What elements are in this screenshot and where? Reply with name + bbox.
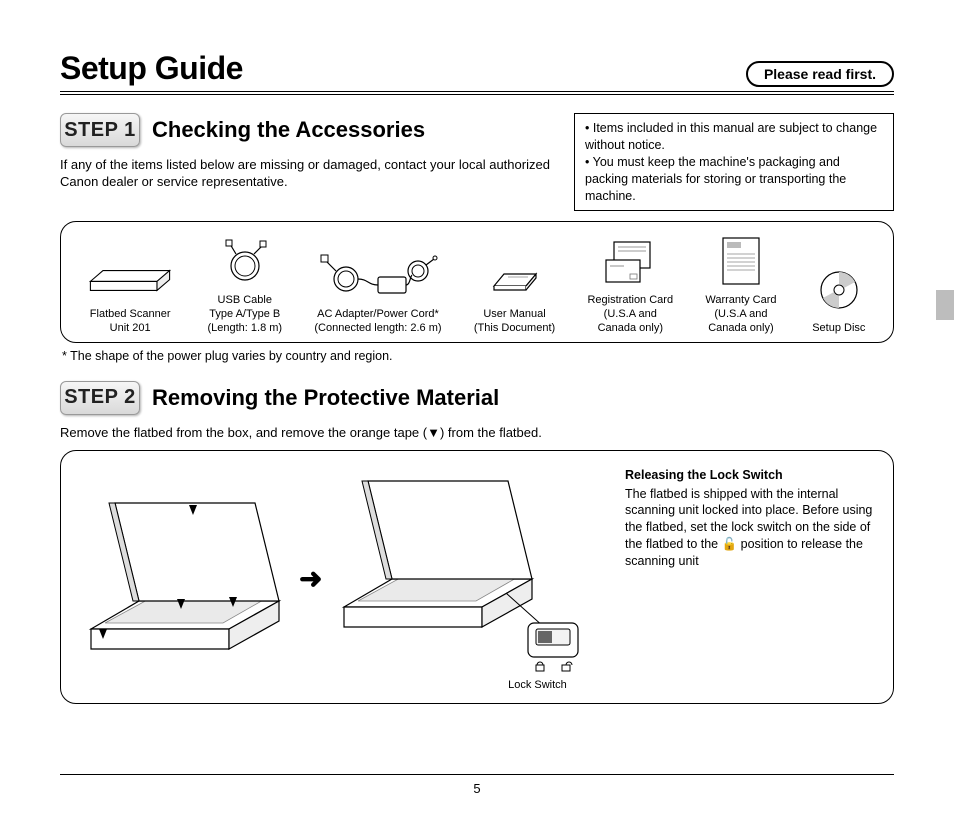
- accessory-label: Flatbed Scanner: [90, 308, 171, 322]
- disc-icon: [809, 262, 869, 318]
- lock-switch-heading: Releasing the Lock Switch: [625, 467, 875, 484]
- accessory-label: (U.S.A and: [705, 308, 776, 322]
- page-title: Setup Guide: [60, 50, 243, 87]
- flatbed-open-taped-icon: [79, 489, 289, 669]
- accessory-label: (This Document): [474, 322, 555, 336]
- step2-heading: Removing the Protective Material: [152, 385, 499, 411]
- step1-intro: If any of the items listed below are mis…: [60, 157, 560, 191]
- step2-row: STEP 2 Removing the Protective Material: [60, 381, 894, 415]
- note-item: Items included in this manual are subjec…: [585, 120, 883, 154]
- note-item: You must keep the machine's packaging an…: [585, 154, 883, 205]
- read-first-badge: Please read first.: [746, 61, 894, 87]
- accessories-panel: Flatbed Scanner Unit 201 USB Cable Type …: [60, 221, 894, 342]
- accessory-label: AC Adapter/Power Cord*: [314, 308, 441, 322]
- accessory-label: User Manual: [474, 308, 555, 322]
- accessory-label: Type A/Type B: [207, 308, 282, 322]
- page-footer: 5: [60, 774, 894, 796]
- step1-row: STEP 1 Checking the Accessories If any o…: [60, 113, 894, 211]
- accessory-scanner: Flatbed Scanner Unit 201: [85, 248, 175, 336]
- accessory-label: Registration Card: [587, 294, 673, 308]
- accessory-registration-card: Registration Card (U.S.A and Canada only…: [587, 234, 673, 335]
- step1-footnote: * The shape of the power plug varies by …: [62, 349, 894, 363]
- accessory-label: Unit 201: [90, 322, 171, 336]
- page-thumb-tab: [936, 290, 954, 320]
- flatbed-open-clean-icon: Lock Switch: [332, 467, 592, 691]
- document-header: Setup Guide Please read first.: [60, 50, 894, 95]
- ac-adapter-icon: [318, 248, 438, 304]
- accessory-label: (Length: 1.8 m): [207, 322, 282, 336]
- accessory-label: USB Cable: [207, 294, 282, 308]
- lock-switch-body: The flatbed is shipped with the internal…: [625, 487, 872, 569]
- usb-cable-icon: [215, 234, 275, 290]
- accessory-setup-disc: Setup Disc: [809, 262, 869, 336]
- step1-heading: Checking the Accessories: [152, 117, 425, 143]
- accessory-ac-adapter: AC Adapter/Power Cord* (Connected length…: [314, 248, 441, 336]
- scanner-icon: [85, 248, 175, 304]
- registration-card-icon: [600, 234, 660, 290]
- accessory-label: (U.S.A and: [587, 308, 673, 322]
- accessory-label: Setup Disc: [812, 322, 865, 336]
- accessory-label: Canada only): [587, 322, 673, 336]
- accessory-label: Canada only): [705, 322, 776, 336]
- warranty-card-icon: [711, 234, 771, 290]
- lock-switch-label: Lock Switch: [482, 679, 592, 691]
- accessory-usb-cable: USB Cable Type A/Type B (Length: 1.8 m): [207, 234, 282, 335]
- arrow-right-icon: ➜: [299, 562, 322, 595]
- accessory-label: Warranty Card: [705, 294, 776, 308]
- step2-intro: Remove the flatbed from the box, and rem…: [60, 425, 894, 440]
- accessory-user-manual: User Manual (This Document): [474, 248, 555, 336]
- protective-panel: ➜: [60, 450, 894, 704]
- step1-badge: STEP 1: [60, 113, 140, 147]
- accessory-label: (Connected length: 2.6 m): [314, 322, 441, 336]
- step2-badge: STEP 2: [60, 381, 140, 415]
- accessory-warranty-card: Warranty Card (U.S.A and Canada only): [705, 234, 776, 335]
- page-number: 5: [473, 781, 480, 796]
- step1-notes-box: Items included in this manual are subjec…: [574, 113, 894, 211]
- lock-switch-text: Releasing the Lock Switch The flatbed is…: [625, 467, 875, 570]
- manual-icon: [485, 248, 545, 304]
